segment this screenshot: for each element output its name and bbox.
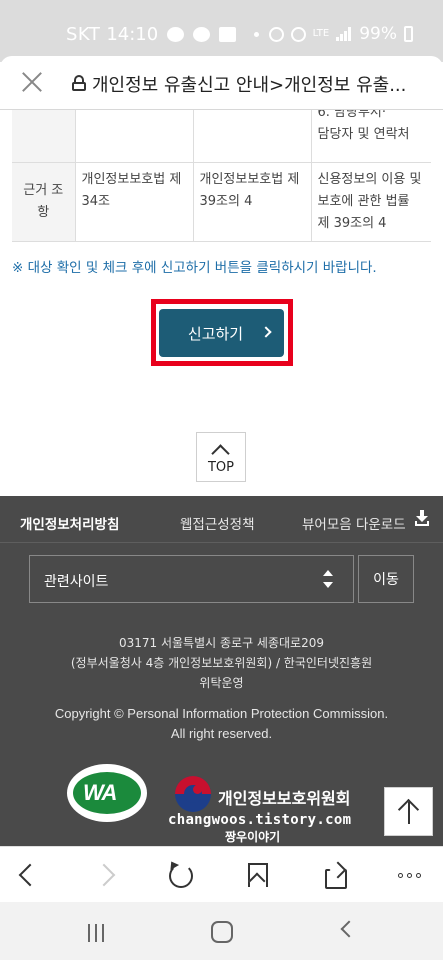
instruction-notice: ※ 대상 확인 및 체크 후에 신고하기 버튼을 클릭하시기 바랍니다. <box>12 260 377 276</box>
browser-toolbar <box>0 846 443 902</box>
home-icon[interactable] <box>211 921 233 943</box>
signal-icon <box>336 27 352 41</box>
title-bar: 개인정보 유출신고 안내>개인정보 유출... <box>0 56 443 110</box>
privacy-policy-link[interactable]: 개인정보처리방침 <box>20 513 119 533</box>
clock: 14:10 <box>106 24 159 45</box>
status-left: SKT 14:10 <box>66 24 260 45</box>
chat-notification-icon <box>167 27 185 42</box>
reload-icon[interactable] <box>166 861 194 889</box>
lte-label: LTE <box>312 28 330 39</box>
download-icon[interactable] <box>415 510 429 526</box>
footer-links: 개인정보처리방침 웹접근성정책 뷰어모음 다운로드 <box>0 496 443 543</box>
share-icon[interactable] <box>322 861 350 889</box>
law-table: 6. 담당부서· 담당자 및 연락처 근거 조항 개인정보보호법 제 34조 개… <box>12 110 431 242</box>
recent-apps-icon[interactable] <box>88 924 108 942</box>
table-row: 근거 조항 개인정보보호법 제 34조 개인정보보호법 제 39조의 4 신용정… <box>12 162 431 242</box>
gallery-notification-icon <box>219 27 237 42</box>
wa-logo-text: WA <box>83 780 117 805</box>
dept-contact-line2: 담당자 및 연락처 <box>317 127 410 142</box>
copyright-line2: All right reserved. <box>170 726 273 741</box>
report-button-label: 신고하기 <box>187 324 244 343</box>
system-back-icon[interactable] <box>340 920 358 938</box>
table-cell <box>193 110 312 163</box>
footer: 개인정보처리방침 웹접근성정책 뷰어모음 다운로드 관련사이트 이동 03171… <box>0 496 443 846</box>
more-options-icon[interactable] <box>398 861 426 889</box>
dept-contact-line1: 6. 담당부서· <box>317 110 387 120</box>
move-button[interactable]: 이동 <box>358 555 414 603</box>
table-row: 6. 담당부서· 담당자 및 연락처 <box>12 110 431 163</box>
back-icon[interactable] <box>12 861 40 889</box>
row-header-legal-basis: 근거 조항 <box>12 162 76 242</box>
more-notifications-dot-icon <box>254 32 260 37</box>
related-sites-value: 관련사이트 <box>44 574 109 590</box>
lock-icon <box>72 75 86 91</box>
org-name: 개인정보보호위원회 <box>218 789 351 808</box>
status-right: LTE 99% <box>268 24 413 44</box>
bookmark-icon[interactable] <box>242 861 270 889</box>
arrow-up-head-icon <box>397 798 420 821</box>
viewer-download-link[interactable]: 뷰어모음 다운로드 <box>302 513 406 533</box>
related-sites-select[interactable]: 관련사이트 <box>29 555 354 603</box>
copyright-line1: Copyright © Personal Information Protect… <box>54 706 389 721</box>
scroll-to-top-button[interactable] <box>384 787 433 836</box>
watermark-name: 짱우이야기 <box>225 830 281 844</box>
legal-basis-col2: 개인정보보호법 제 39조의 4 <box>193 162 312 242</box>
carrier-label: SKT <box>66 24 101 45</box>
message-notification-icon <box>193 27 211 42</box>
address-line2: (정부서울청사 4층 개인정보보호위원회) / 한국인터넷진흥원 <box>70 656 373 670</box>
address-line3: 위탁운영 <box>199 676 244 690</box>
mute-icon <box>290 26 306 42</box>
page-title: 개인정보 유출신고 안내>개인정보 유출... <box>92 75 407 96</box>
legal-basis-col3: 신용정보의 이용 및 보호에 관한 법률 제 39조의 4 <box>311 162 431 242</box>
web-accessibility-mark-logo: WA <box>67 764 147 822</box>
table-cell: 6. 담당부서· 담당자 및 연락처 <box>311 110 431 163</box>
battery-percent: 99% <box>359 24 397 44</box>
watermark-url: changwoos.tistory.com <box>168 812 352 828</box>
system-nav-bar <box>0 902 443 960</box>
forward-icon[interactable] <box>92 861 120 889</box>
status-bar: SKT 14:10 LTE 99% <box>0 0 443 62</box>
address-line1: 03171 서울특별시 종로구 세종대로209 <box>118 636 324 650</box>
select-arrows-icon <box>323 570 333 588</box>
web-accessibility-link[interactable]: 웹접근성정책 <box>180 513 255 533</box>
chevron-right-icon <box>260 326 272 338</box>
alarm-icon <box>268 26 284 42</box>
top-button[interactable]: TOP <box>196 432 246 482</box>
page-content: 6. 담당부서· 담당자 및 연락처 근거 조항 개인정보보호법 제 34조 개… <box>0 110 443 496</box>
pipc-emblem-logo <box>175 776 211 812</box>
report-button[interactable]: 신고하기 <box>159 309 284 357</box>
close-icon[interactable] <box>20 70 44 94</box>
battery-icon <box>404 26 413 42</box>
table-cell <box>12 110 76 163</box>
top-button-label: TOP <box>207 460 234 475</box>
table-cell <box>75 110 194 163</box>
legal-basis-col1: 개인정보보호법 제 34조 <box>75 162 194 242</box>
